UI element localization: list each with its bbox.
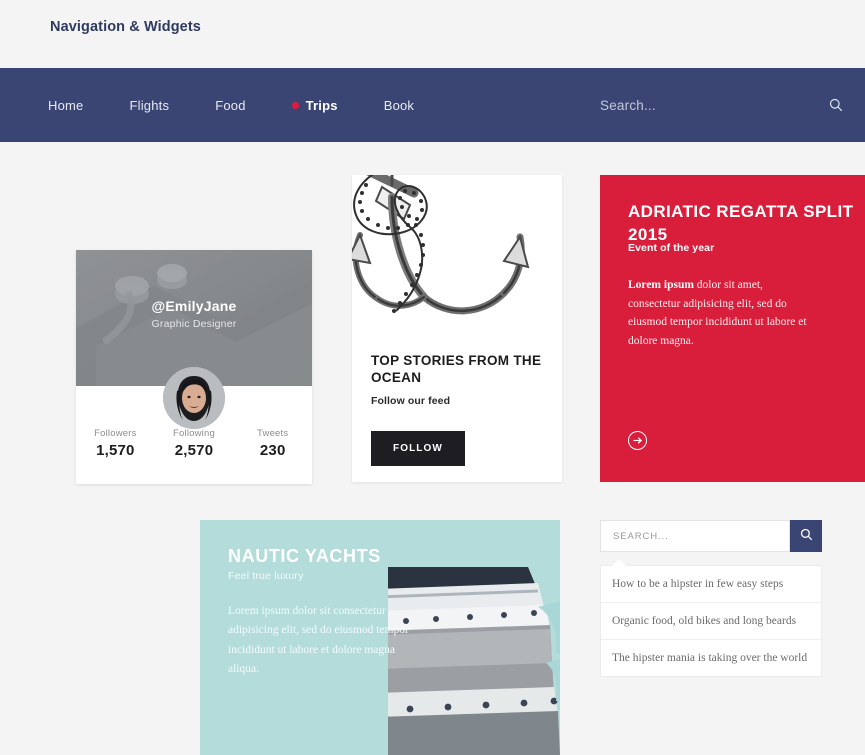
navbar-search-placeholder: Search... (600, 97, 656, 113)
search-icon (800, 528, 813, 544)
avatar-photo (163, 367, 225, 429)
stat-label: Following (173, 428, 215, 439)
regatta-title: ADRIATIC REGATTA SPLIT 2015 (628, 202, 854, 244)
stories-text: TOP STORIES FROM THE OCEAN Follow our fe… (352, 335, 562, 407)
page-root: Navigation & Widgets Home Flights Food T… (0, 0, 865, 755)
profile-stats: Followers 1,570 Following 2,570 Tweets 2… (76, 428, 312, 459)
stories-title: TOP STORIES FROM THE OCEAN (371, 353, 542, 385)
stat-label: Tweets (257, 428, 289, 439)
anchor-illustration (352, 175, 562, 335)
search-suggestions: How to be a hipster in few easy steps Or… (600, 559, 822, 677)
follow-button[interactable]: FOLLOW (371, 431, 465, 466)
stat-following: Following 2,570 (155, 428, 234, 459)
nav-item-trips[interactable]: Trips (291, 97, 338, 113)
nav-item-label: Book (383, 97, 415, 113)
stories-subtitle: Follow our feed (371, 394, 451, 407)
nav-item-flights[interactable]: Flights (129, 98, 169, 113)
list-item[interactable]: Organic food, old bikes and long beards (601, 603, 821, 640)
avatar[interactable] (163, 367, 225, 429)
nav-item-label: Home (48, 97, 84, 113)
profile-cover: @EmilyJane Graphic Designer (76, 250, 312, 386)
stories-card: TOP STORIES FROM THE OCEAN Follow our fe… (352, 175, 562, 482)
stat-value: 230 (259, 442, 286, 459)
regatta-body-lead: Lorem ipsum (628, 279, 694, 291)
nav-item-label: Trips (305, 97, 338, 113)
search-row (600, 520, 822, 552)
search-widget: How to be a hipster in few easy steps Or… (600, 520, 822, 677)
page-title: Navigation & Widgets (50, 19, 201, 35)
list-item[interactable]: How to be a hipster in few easy steps (601, 566, 821, 603)
nav-item-food[interactable]: Food (215, 98, 245, 113)
search-submit-button[interactable] (790, 520, 822, 552)
main-navbar: Home Flights Food Trips Book Search... (0, 68, 865, 142)
nav-item-book[interactable]: Book (384, 98, 414, 113)
regatta-subtitle: Event of the year (628, 242, 715, 254)
nav-item-home[interactable]: Home (48, 98, 83, 113)
profile-identity: @EmilyJane Graphic Designer (76, 298, 312, 330)
search-input[interactable] (600, 520, 790, 552)
regatta-card: ADRIATIC REGATTA SPLIT 2015 Event of the… (600, 175, 865, 482)
profile-role: Graphic Designer (151, 318, 237, 330)
yachts-card: NAUTIC YACHTS Feel true luxury Lorem ips… (200, 520, 560, 755)
list-item[interactable]: The hipster mania is taking over the wor… (601, 640, 821, 676)
arrow-right-circle-icon[interactable] (628, 431, 647, 450)
yachts-title: NAUTIC YACHTS (228, 546, 381, 566)
profile-card: @EmilyJane Graphic Designer Followers 1,… (76, 250, 312, 484)
stat-followers: Followers 1,570 (76, 428, 155, 459)
search-icon[interactable] (829, 98, 843, 112)
anchor-icon (352, 175, 530, 315)
yachts-subtitle: Feel true luxury (228, 570, 304, 582)
stat-value: 2,570 (174, 442, 214, 459)
nav-item-label: Food (215, 97, 246, 113)
stat-tweets: Tweets 230 (233, 428, 312, 459)
nav-links: Home Flights Food Trips Book (48, 98, 460, 113)
active-dot-icon (291, 101, 299, 109)
regatta-body: Lorem ipsum dolor sit amet, consectetur … (628, 276, 818, 351)
stat-label: Followers (94, 428, 137, 439)
stat-value: 1,570 (96, 442, 135, 459)
profile-handle: @EmilyJane (151, 298, 237, 314)
yachts-body: Lorem ipsum dolor sit consectetur adipis… (228, 605, 409, 675)
navbar-search[interactable]: Search... (600, 68, 865, 142)
nav-item-label: Flights (129, 97, 170, 113)
